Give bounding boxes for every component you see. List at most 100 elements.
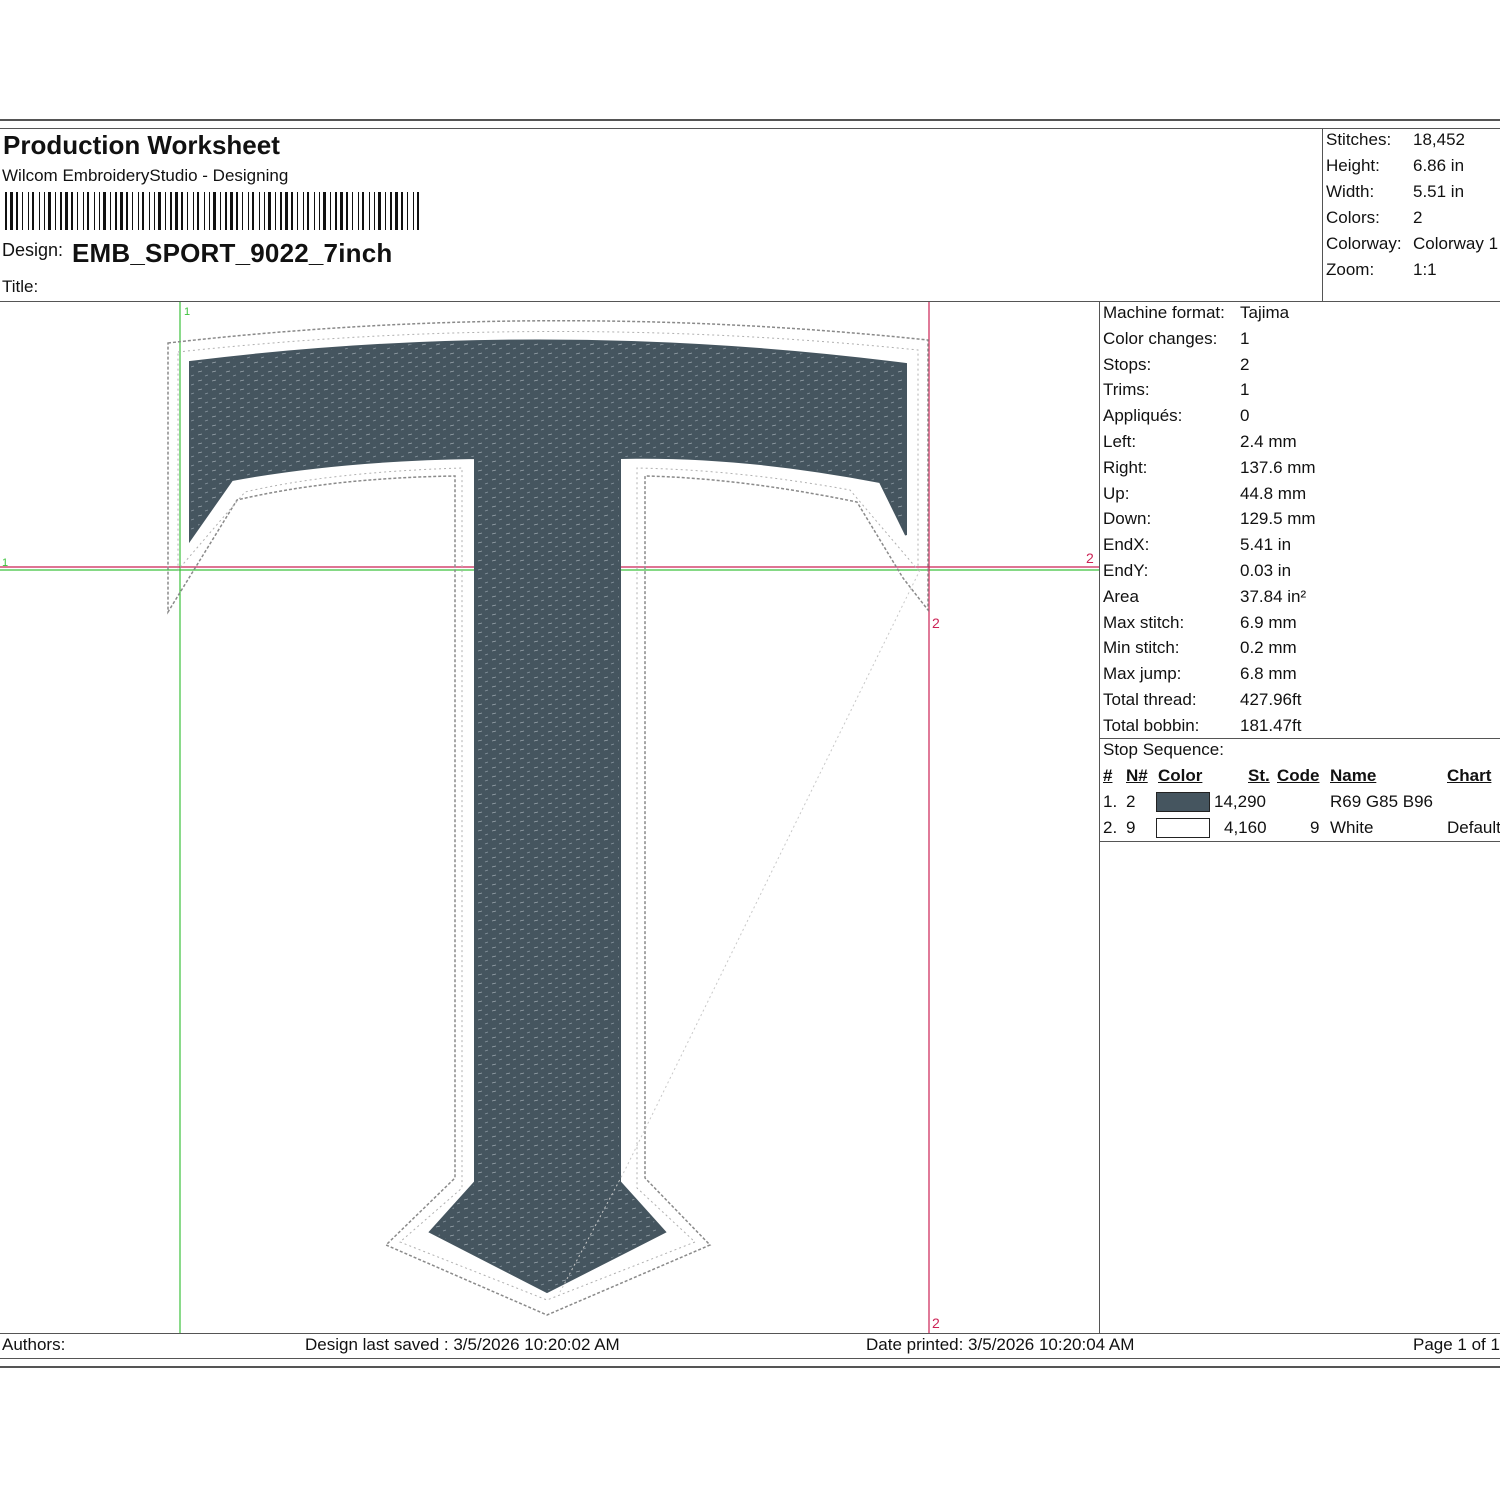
barcode-bar xyxy=(132,192,133,230)
barcode-bar xyxy=(230,192,233,230)
detail-value: 6.8 mm xyxy=(1240,664,1297,684)
design-name: EMB_SPORT_9022_7inch xyxy=(72,238,393,268)
summary-label: Colorway: xyxy=(1326,234,1402,253)
worksheet-title: Production Worksheet xyxy=(3,130,280,160)
barcode-bar xyxy=(110,192,111,230)
row1-color-swatch xyxy=(1156,792,1210,812)
red-guide-label-right: 2 xyxy=(1086,550,1094,566)
barcode-bar xyxy=(346,192,348,230)
summary-label: Stitches: xyxy=(1326,130,1392,149)
header-top-rule xyxy=(0,128,1500,129)
summary-divider xyxy=(1322,128,1323,301)
detail-label: Max jump: xyxy=(1103,664,1182,684)
row2-stitches: 4,160 xyxy=(1224,818,1267,837)
col-name-header: Name xyxy=(1330,766,1377,785)
row1-stitches: 14,290 xyxy=(1214,792,1266,811)
barcode-bar xyxy=(307,192,309,230)
col-needle-header: N# xyxy=(1126,766,1148,785)
design-canvas: 1 1 2 2 2 xyxy=(0,302,1099,1333)
detail-label: Total thread: xyxy=(1103,690,1197,709)
barcode-bar xyxy=(225,192,227,230)
row2-needle: 9 xyxy=(1126,818,1136,837)
barcode-bar xyxy=(187,192,188,230)
row2-code: 9 xyxy=(1310,818,1320,837)
detail-label: Max stitch: xyxy=(1103,612,1185,632)
detail-label: Right: xyxy=(1103,457,1148,477)
design-last-saved: Design last saved : 3/5/2026 10:20:02 AM xyxy=(305,1335,620,1354)
detail-value: 0.03 in xyxy=(1240,561,1292,580)
barcode-bar xyxy=(264,192,265,230)
barcode-bar xyxy=(395,192,398,230)
detail-label: EndX: xyxy=(1103,535,1150,555)
barcode-bar xyxy=(352,192,353,230)
detail-value: 427.96ft xyxy=(1240,690,1302,709)
barcode-bar xyxy=(120,192,123,230)
barcode-bar xyxy=(242,192,243,230)
barcode-bar xyxy=(369,192,370,230)
barcode-bar xyxy=(335,192,337,230)
barcode-bar xyxy=(220,192,221,230)
summary-value: 6.86 in xyxy=(1413,156,1465,175)
letter-t-stitches xyxy=(189,339,907,1294)
red-guide-label-mid: 2 xyxy=(932,615,940,631)
detail-value: 1 xyxy=(1240,328,1250,348)
barcode-bar xyxy=(259,192,260,230)
col-stitches-header: St. xyxy=(1248,766,1270,785)
detail-label: Area xyxy=(1103,586,1139,606)
barcode-bar xyxy=(77,192,78,230)
barcode-bar xyxy=(362,192,364,230)
summary-label: Height: xyxy=(1326,156,1380,175)
summary-value: 5.51 in xyxy=(1413,182,1465,201)
detail-value: Tajima xyxy=(1240,303,1290,322)
detail-value: 137.6 mm xyxy=(1240,457,1316,477)
col-code-header: Code xyxy=(1277,766,1320,785)
barcode-bar xyxy=(126,192,128,230)
barcode-bar xyxy=(197,192,199,230)
barcode-bar xyxy=(138,192,139,230)
barcode-bar xyxy=(165,192,166,230)
page-number: Page 1 of 1 xyxy=(1413,1335,1500,1354)
barcode-bar xyxy=(39,192,40,230)
green-guide-label-left: 1 xyxy=(2,557,8,569)
barcode-bar xyxy=(154,192,155,230)
stop-table-bottom-rule xyxy=(1100,841,1500,842)
barcode-bar xyxy=(340,192,343,230)
date-printed: Date printed: 3/5/2026 10:20:04 AM xyxy=(866,1335,1135,1354)
barcode-bar xyxy=(303,192,304,230)
barcode-bar xyxy=(314,192,315,230)
title-label: Title: xyxy=(2,277,39,296)
detail-value: 0 xyxy=(1240,406,1250,426)
detail-value: 1 xyxy=(1240,380,1250,400)
detail-label: Down: xyxy=(1103,509,1152,529)
barcode-bar xyxy=(407,192,408,230)
design-label: Design: xyxy=(2,240,64,260)
barcode-bar xyxy=(385,192,386,230)
barcode-bar xyxy=(60,192,62,230)
barcode-bar xyxy=(280,192,282,230)
barcode-bar xyxy=(252,192,254,230)
barcode-bar xyxy=(65,192,68,230)
barcode-bar xyxy=(204,192,205,230)
authors-label: Authors: xyxy=(2,1335,66,1354)
detail-label: Left: xyxy=(1103,432,1137,451)
barcode-bar xyxy=(32,192,34,230)
col-color-header: Color xyxy=(1158,766,1203,785)
summary-label: Colors: xyxy=(1326,208,1380,227)
barcode-bar xyxy=(268,192,271,230)
barcode-bar xyxy=(158,192,161,230)
barcode-bar xyxy=(22,192,23,230)
summary-label: Width: xyxy=(1326,182,1375,201)
detail-value: 2.4 mm xyxy=(1240,432,1297,451)
detail-value: 181.47ft xyxy=(1240,715,1302,735)
summary-label: Zoom: xyxy=(1326,260,1375,279)
detail-value: 2 xyxy=(1240,354,1250,374)
barcode-bar xyxy=(28,192,29,230)
barcode-bar xyxy=(16,192,18,230)
summary-value: 1:1 xyxy=(1413,260,1437,279)
summary-value: 2 xyxy=(1413,208,1423,227)
barcode-bar xyxy=(10,192,13,230)
row2-name: White xyxy=(1330,818,1374,837)
top-border xyxy=(0,119,1500,121)
detail-label: Stops: xyxy=(1103,354,1152,374)
barcode-bar xyxy=(83,192,84,230)
